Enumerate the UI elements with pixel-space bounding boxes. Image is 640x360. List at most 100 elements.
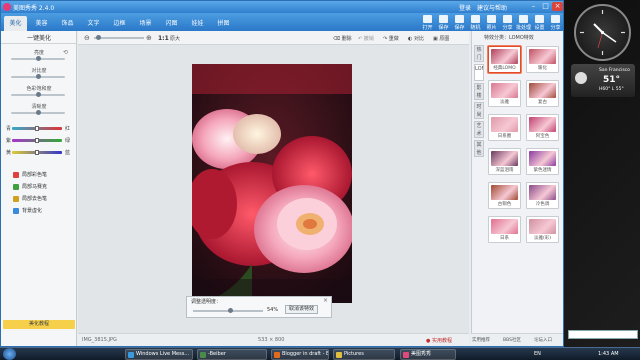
taskbar-item-1[interactable]: -Beiber [197,349,267,360]
minimize-icon[interactable]: – [528,2,539,11]
local-effect-1[interactable]: 局部马赛克 [13,183,47,190]
maximize-icon[interactable]: □ [540,2,551,11]
effect-category-tab-5[interactable]: 其他 [474,140,484,157]
opacity-close-icon[interactable]: × [323,297,328,304]
original-size-button[interactable]: 原大 [170,35,180,42]
adjust-slider-3[interactable] [11,110,65,115]
color-slider-knob-2[interactable] [35,150,39,155]
opacity-label: 调整透明度： [191,299,222,305]
effect-category-tab-4[interactable]: 艺术 [474,121,484,138]
color-slider-2[interactable] [12,150,62,155]
taskbar-item-4[interactable]: 美图秀秀 [400,349,456,360]
tab-8[interactable]: 拼图 [212,16,235,31]
local-effect-0[interactable]: 局部彩色笔 [13,171,47,178]
toolbar-button-8[interactable]: 分享 [547,15,563,31]
effect-thumbnail-10[interactable]: 日系 [488,216,521,243]
color-slider-1[interactable] [12,138,62,143]
effect-category-tab-3[interactable]: 时尚 [474,102,484,119]
tab-0[interactable]: 美化 [4,16,27,31]
opacity-slider[interactable] [193,308,263,313]
zoom-minus-icon[interactable]: ⊖ [84,34,90,42]
effect-thumbnail-4[interactable]: 日系圈 [488,114,521,141]
tab-4[interactable]: 边框 [108,16,131,31]
tab-1[interactable]: 美容 [30,16,53,31]
zoom-slider-knob[interactable] [96,35,101,40]
effect-thumbnail-9[interactable]: 冷色调 [526,182,559,209]
taskbar-item-3[interactable]: Pictures [333,349,395,360]
effect-thumbnail-11[interactable]: 淡雅(彩) [526,216,559,243]
tab-3[interactable]: 文字 [82,16,105,31]
local-effect-3[interactable]: 背景虚化 [13,207,42,214]
adjust-slider-knob-0[interactable] [35,56,41,61]
effect-thumbnail-5[interactable]: 阿宝色 [526,114,559,141]
effect-thumbnail-7[interactable]: 紫色迷情 [526,148,559,175]
effect-label-6: 深蓝泪雨 [495,168,514,173]
one-click-beautify[interactable]: 一键美化 [1,33,77,44]
tutorial-button[interactable]: 美化教程 [3,320,75,329]
adjust-slider-2[interactable] [11,92,65,97]
clock-time[interactable]: 1:43 AM [598,351,619,357]
tab-5[interactable]: 场景 [134,16,157,31]
toolbar-button-6[interactable]: 批处理 [515,15,532,31]
effect-category-tab-0[interactable]: 热门 [474,45,484,62]
effect-thumbnail-3[interactable]: 复古 [526,80,559,107]
effect-thumbnail-1[interactable]: 暖化 [526,46,559,73]
adjust-slider-knob-1[interactable] [35,74,41,79]
photo-canvas[interactable] [192,64,352,303]
start-button[interactable] [3,348,16,360]
color-slider-knob-1[interactable] [35,138,39,143]
help-link[interactable]: 建议与帮助 [477,5,507,12]
redo-button[interactable]: ↷ 重做 [383,35,399,42]
effect-thumbnail-0[interactable]: 经典LOMO [488,46,521,73]
login-link[interactable]: 登录 [459,5,471,12]
adjust-slider-knob-3[interactable] [35,110,41,115]
search-gadget[interactable] [568,330,638,339]
toolbar-button-1[interactable]: 保存 [435,15,452,31]
effect-category-tab-1[interactable]: LOMO [474,64,484,81]
tab-2[interactable]: 饰品 [56,16,79,31]
tab-7[interactable]: 娃娃 [186,16,209,31]
undo-button[interactable]: ↶ 撤销 [358,35,374,42]
original-button[interactable]: ▣ 原图 [433,35,449,42]
adjust-slider-1[interactable] [11,74,65,79]
status-link-1[interactable]: 实用推荐 [472,337,490,343]
weather-range: H60° L 55° [599,87,624,92]
effect-thumbnail-6[interactable]: 深蓝泪雨 [488,148,521,175]
compare-button[interactable]: ◐ 对比 [408,35,424,42]
zoom-slider[interactable] [94,35,144,40]
effect-thumbnail-8[interactable]: 古铜色 [488,182,521,209]
tab-6[interactable]: 闪图 [160,16,183,31]
effect-preview-2 [491,83,518,98]
status-link-tutorial[interactable]: ● 实用教程 [426,337,452,344]
toolbar-button-7[interactable]: 设置 [531,15,548,31]
toolbar-button-4[interactable]: 照片 [483,15,500,31]
toolbar-button-0[interactable]: 打开 [419,15,436,31]
language-indicator[interactable]: EN [534,351,541,357]
local-effect-label-1: 局部马赛克 [22,184,48,190]
reset-icon[interactable]: ⟲ [63,49,68,56]
color-slider-0[interactable] [12,126,62,131]
toolbar-button-3[interactable]: 随机 [467,15,484,31]
zoom-ratio[interactable]: 1:1 [158,35,169,42]
taskbar-item-2[interactable]: Blogger in draft - E... [271,349,329,360]
toolbar-button-5[interactable]: 分享 [499,15,516,31]
effect-label-3: 复古 [538,100,547,105]
status-link-3[interactable]: 论坛入口 [534,337,552,343]
cancel-effect-button[interactable]: 取消该特效 [285,305,319,314]
slider-label-3: 清晰度 [31,104,47,110]
local-effect-2[interactable]: 局部去色笔 [13,195,47,202]
effect-category-tab-2[interactable]: 影楼 [474,83,484,100]
zoom-plus-icon[interactable]: ⊕ [146,34,152,42]
adjust-slider-knob-2[interactable] [35,92,41,97]
effect-preview-11 [529,219,556,234]
taskbar-item-0[interactable]: Windows Live Mess... [125,349,193,360]
toolbar-button-2[interactable]: 保存 [451,15,468,31]
effect-thumbnail-2[interactable]: 淡雅 [488,80,521,107]
adjust-slider-0[interactable] [11,56,65,61]
delete-button[interactable]: ⌫ 删除 [333,35,352,42]
color-slider-knob-0[interactable] [35,126,39,131]
opacity-slider-knob[interactable] [228,308,234,313]
close-icon[interactable]: × [552,2,563,11]
toolbar-icon-6 [519,15,528,23]
status-link-2[interactable]: BBS社区 [503,337,521,343]
